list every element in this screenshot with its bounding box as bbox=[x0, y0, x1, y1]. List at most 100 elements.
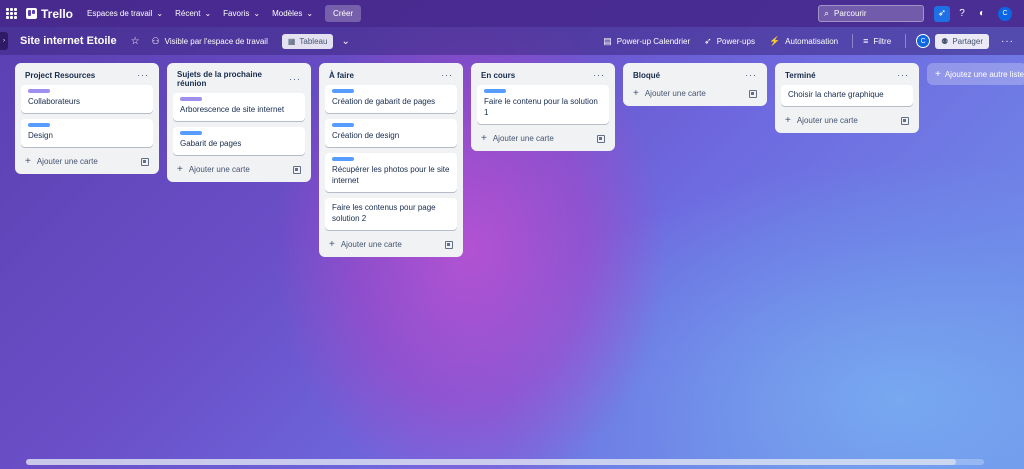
board-view-icon: ▦ bbox=[287, 36, 296, 46]
card[interactable]: Design bbox=[21, 119, 153, 147]
list-menu-icon[interactable]: ··· bbox=[441, 70, 453, 80]
card-title: Création de design bbox=[332, 131, 400, 140]
star-icon[interactable]: ☆ bbox=[131, 36, 140, 47]
add-card-button[interactable]: + Ajouter une carte bbox=[785, 115, 858, 126]
list-title[interactable]: Terminé bbox=[785, 71, 816, 80]
list-menu-icon[interactable]: ··· bbox=[289, 74, 301, 84]
card-label bbox=[28, 89, 50, 93]
help-icon[interactable]: ? bbox=[954, 6, 970, 22]
search-icon: ⌕ bbox=[824, 8, 830, 18]
list-menu-icon[interactable]: ··· bbox=[897, 70, 909, 80]
chevron-down-icon: ⌄ bbox=[253, 9, 261, 18]
trello-logo[interactable]: Trello bbox=[26, 7, 73, 21]
card-title: Collaborateurs bbox=[28, 97, 81, 106]
card[interactable]: Choisir la charte graphique bbox=[781, 85, 913, 106]
card[interactable]: Collaborateurs bbox=[21, 85, 153, 113]
list-menu-icon[interactable]: ··· bbox=[137, 70, 149, 80]
list-header: En cours ··· bbox=[475, 67, 611, 85]
filter-icon: ≡ bbox=[863, 36, 869, 46]
create-from-template-icon[interactable] bbox=[901, 116, 909, 125]
nav-favorites[interactable]: Favoris ⌄ bbox=[223, 9, 260, 18]
list-footer: + Ajouter une carte bbox=[475, 130, 611, 147]
nav-recent[interactable]: Récent ⌄ bbox=[175, 9, 211, 18]
share-button[interactable]: ⚉ Partager bbox=[935, 33, 989, 49]
list-title[interactable]: En cours bbox=[481, 71, 515, 80]
add-card-label: Ajouter une carte bbox=[796, 116, 858, 125]
sidebar-toggle-icon[interactable]: › bbox=[0, 32, 8, 50]
card-label bbox=[180, 97, 202, 101]
list-footer: + Ajouter une carte bbox=[323, 236, 459, 253]
visibility-button[interactable]: ⚇ Visible par l'espace de travail bbox=[152, 36, 268, 47]
list-header: Terminé ··· bbox=[779, 67, 915, 85]
automation-label: Automatisation bbox=[785, 36, 839, 46]
add-card-button[interactable]: + Ajouter une carte bbox=[177, 164, 250, 175]
add-card-button[interactable]: + Ajouter une carte bbox=[481, 133, 554, 144]
card[interactable]: Création de gabarit de pages bbox=[325, 85, 457, 113]
nav-workspaces[interactable]: Espaces de travail ⌄ bbox=[87, 9, 163, 18]
card-title: Récupérer les photos pour le site intern… bbox=[332, 165, 450, 185]
filter-label: Filtre bbox=[873, 36, 892, 46]
card[interactable]: Arborescence de site internet bbox=[173, 93, 305, 121]
card-title: Design bbox=[28, 131, 53, 140]
card[interactable]: Récupérer les photos pour le site intern… bbox=[325, 153, 457, 192]
card[interactable]: Faire le contenu pour la solution 1 bbox=[477, 85, 609, 124]
rocket-icon[interactable]: ➶ bbox=[934, 5, 950, 22]
search-input[interactable]: ⌕ Parcourir bbox=[818, 5, 924, 22]
create-from-template-icon[interactable] bbox=[141, 157, 149, 166]
more-options-icon[interactable]: ··· bbox=[1001, 36, 1014, 47]
view-board-button[interactable]: ▦ Tableau bbox=[281, 33, 334, 49]
list-menu-icon[interactable]: ··· bbox=[593, 70, 605, 80]
add-list-button[interactable]: + Ajoutez une autre liste bbox=[927, 63, 1024, 85]
create-from-template-icon[interactable] bbox=[597, 134, 605, 143]
add-card-label: Ajouter une carte bbox=[644, 89, 706, 98]
list-title[interactable]: À faire bbox=[329, 71, 354, 80]
board-title[interactable]: Site internet Etoile bbox=[20, 35, 117, 47]
list: En cours ··· Faire le contenu pour la solu… bbox=[471, 63, 615, 151]
search-placeholder: Parcourir bbox=[834, 9, 867, 18]
add-card-button[interactable]: + Ajouter une carte bbox=[25, 156, 98, 167]
card-title: Choisir la charte graphique bbox=[788, 90, 884, 99]
add-card-button[interactable]: + Ajouter une carte bbox=[633, 88, 706, 99]
calendar-powerup-button[interactable]: ▤ Power-up Calendrier bbox=[603, 36, 690, 47]
calendar-icon: ▤ bbox=[603, 35, 612, 46]
create-from-template-icon[interactable] bbox=[445, 240, 453, 249]
card[interactable]: Création de design bbox=[325, 119, 457, 147]
lightning-icon: ⚡ bbox=[768, 35, 781, 46]
view-label: Tableau bbox=[299, 36, 328, 46]
scrollbar-thumb[interactable] bbox=[26, 459, 956, 465]
horizontal-scrollbar[interactable] bbox=[26, 459, 984, 465]
visibility-label: Visible par l'espace de travail bbox=[164, 36, 268, 46]
create-button[interactable]: Créer bbox=[325, 5, 362, 22]
add-list-label: Ajoutez une autre liste bbox=[944, 69, 1024, 79]
nav-templates[interactable]: Modèles ⌄ bbox=[272, 9, 313, 18]
plus-icon: + bbox=[177, 164, 183, 175]
add-card-label: Ajouter une carte bbox=[188, 165, 250, 174]
card[interactable]: Faire les contenus pour page solution 2 bbox=[325, 198, 457, 230]
list-title[interactable]: Bloqué bbox=[633, 71, 660, 80]
list-menu-icon[interactable]: ··· bbox=[745, 70, 757, 80]
chevron-down-icon[interactable]: ⌄ bbox=[341, 36, 349, 47]
list-header: Sujets de la prochaine réunion ··· bbox=[171, 67, 307, 93]
automation-button[interactable]: ⚡ Automatisation bbox=[769, 36, 838, 47]
list-title[interactable]: Project Resources bbox=[25, 71, 95, 80]
app-switcher-icon[interactable] bbox=[6, 7, 18, 20]
list-title[interactable]: Sujets de la prochaine réunion bbox=[177, 70, 289, 88]
card-title: Arborescence de site internet bbox=[180, 105, 285, 114]
people-icon: ⚇ bbox=[151, 35, 160, 46]
filter-button[interactable]: ≡ Filtre bbox=[863, 36, 891, 46]
nav-recent-label: Récent bbox=[175, 9, 201, 18]
add-card-button[interactable]: + Ajouter une carte bbox=[329, 239, 402, 250]
create-from-template-icon[interactable] bbox=[749, 89, 757, 98]
member-avatar[interactable]: C bbox=[916, 34, 931, 48]
theme-toggle-icon[interactable]: ◐ bbox=[974, 6, 990, 22]
powerups-button[interactable]: ➶ Power-ups bbox=[704, 36, 755, 47]
list-header: Project Resources ··· bbox=[19, 67, 155, 85]
list-footer: + Ajouter une carte bbox=[171, 161, 307, 178]
card[interactable]: Gabarit de pages bbox=[173, 127, 305, 155]
avatar[interactable]: C bbox=[998, 6, 1012, 21]
trello-logo-icon bbox=[26, 8, 37, 19]
card-title: Faire les contenus pour page solution 2 bbox=[332, 203, 436, 223]
create-from-template-icon[interactable] bbox=[293, 165, 301, 174]
add-card-label: Ajouter une carte bbox=[340, 240, 402, 249]
card-title: Gabarit de pages bbox=[180, 139, 242, 148]
